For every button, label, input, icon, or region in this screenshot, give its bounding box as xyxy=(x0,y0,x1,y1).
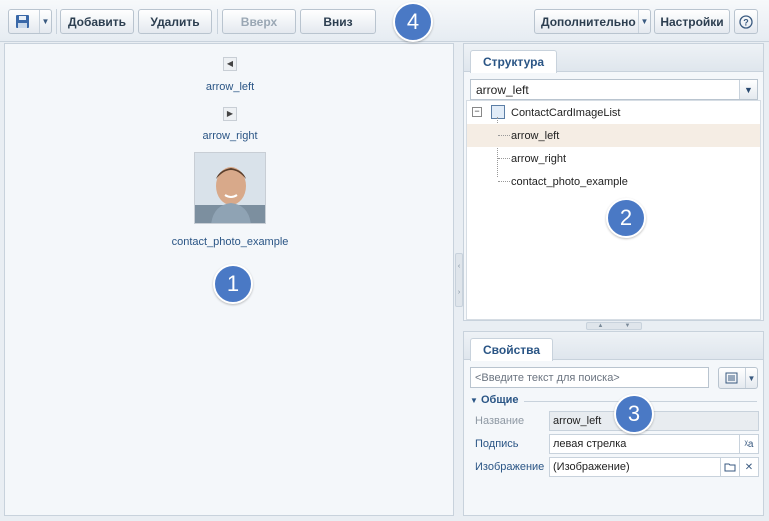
prop-image-value: (Изображение) xyxy=(553,461,630,473)
tree-node-label: contact_photo_example xyxy=(511,175,628,188)
add-button[interactable]: Добавить xyxy=(60,9,134,34)
save-icon xyxy=(16,15,29,28)
image-list-item[interactable]: ◀ arrow_left xyxy=(5,55,455,93)
tree-node-label: arrow_right xyxy=(511,152,567,165)
properties-panel: Свойства <Введите текст для поиска> ▼ ▼ … xyxy=(463,331,764,516)
view-menu-arrow-icon[interactable]: ▼ xyxy=(745,368,757,388)
properties-view-button[interactable]: ▼ xyxy=(718,367,758,389)
settings-button[interactable]: Настройки xyxy=(654,9,730,34)
arrow-right-icon: ▶ xyxy=(223,107,237,121)
image-list-item-label: contact_photo_example xyxy=(171,236,289,248)
prop-name-value: arrow_left xyxy=(553,415,602,427)
more-button-label: Дополнительно xyxy=(541,14,636,29)
image-list-icon xyxy=(491,105,505,119)
move-down-button[interactable]: Вниз xyxy=(300,9,376,34)
prop-caption-value: левая стрелка xyxy=(553,438,627,450)
clear-icon[interactable]: ✕ xyxy=(739,458,758,476)
tab-structure[interactable]: Структура xyxy=(470,50,558,73)
tree-connector xyxy=(498,181,510,182)
more-button[interactable]: Дополнительно ▼ xyxy=(534,9,651,34)
tree-node-label: arrow_left xyxy=(511,129,560,142)
vertical-splitter[interactable]: ‹ › xyxy=(455,253,463,307)
main-toolbar: ▼ Добавить Удалить Вверх Вниз Дополнител… xyxy=(0,0,769,42)
arrow-left-icon: ◀ xyxy=(223,57,237,71)
tree-node[interactable]: arrow_right xyxy=(467,147,760,170)
image-list-item-label: arrow_right xyxy=(202,130,258,142)
callout-badge: 4 xyxy=(393,2,433,42)
collapse-down-icon[interactable]: ▼ xyxy=(625,323,631,329)
tree-node[interactable]: contact_photo_example xyxy=(467,170,760,193)
save-menu-arrow-icon[interactable]: ▼ xyxy=(39,10,51,33)
collapse-right-icon[interactable]: › xyxy=(456,280,462,306)
collapse-node-icon[interactable]: − xyxy=(472,107,482,117)
move-up-button[interactable]: Вверх xyxy=(222,9,296,34)
toolbar-divider xyxy=(217,9,218,34)
toolbar-divider xyxy=(56,9,57,34)
callout-badge: 2 xyxy=(606,198,646,238)
group-general[interactable]: ▼ Общие xyxy=(470,394,519,406)
prop-label-caption: Подпись xyxy=(475,438,519,450)
prop-caption-field[interactable]: левая стрелка ᵡa xyxy=(549,434,759,454)
tree-root-node[interactable]: − ContactCardImageList xyxy=(467,101,760,124)
image-list-item[interactable]: contact_photo_example xyxy=(5,152,455,248)
callout-badge: 1 xyxy=(213,264,253,304)
structure-select-value: arrow_left xyxy=(476,82,529,97)
collapse-up-icon[interactable]: ▲ xyxy=(598,323,604,329)
prop-name-field: arrow_left xyxy=(549,411,759,431)
tree-connector xyxy=(498,135,510,136)
properties-tab-strip: Свойства xyxy=(464,332,763,361)
structure-element-select[interactable]: arrow_left ▼ xyxy=(470,79,758,100)
tree-node[interactable]: arrow_left xyxy=(467,124,760,147)
collapse-left-icon[interactable]: ‹ xyxy=(456,254,462,280)
delete-button[interactable]: Удалить xyxy=(138,9,212,34)
contact-photo-thumbnail xyxy=(194,152,266,224)
svg-text:?: ? xyxy=(743,17,749,27)
save-button[interactable]: ▼ xyxy=(8,9,52,34)
properties-search-input[interactable]: <Введите текст для поиска> xyxy=(470,367,709,388)
prop-image-field[interactable]: (Изображение) ✕ xyxy=(549,457,759,477)
folder-icon[interactable] xyxy=(720,458,739,476)
group-title: Общие xyxy=(480,394,519,406)
structure-panel: Структура arrow_left ▼ − ContactCardImag… xyxy=(463,43,764,321)
more-menu-arrow-icon[interactable]: ▼ xyxy=(638,10,650,33)
help-icon: ? xyxy=(739,14,753,29)
chevron-down-icon[interactable]: ▼ xyxy=(739,80,757,99)
list-view-icon xyxy=(725,372,738,384)
tree-node-label: ContactCardImageList xyxy=(511,106,621,119)
image-list-item[interactable]: ▶ arrow_right xyxy=(5,105,455,142)
tab-properties[interactable]: Свойства xyxy=(470,338,554,361)
callout-badge: 3 xyxy=(614,394,654,434)
group-expand-icon: ▼ xyxy=(470,396,478,405)
horizontal-splitter[interactable]: ▲ ▼ xyxy=(586,322,642,330)
prop-label-name: Название xyxy=(475,415,525,427)
localize-icon[interactable]: ᵡa xyxy=(739,435,758,453)
structure-tab-strip: Структура xyxy=(464,44,763,73)
image-list-item-label: arrow_left xyxy=(205,81,255,93)
tree-connector xyxy=(498,158,510,159)
prop-label-image: Изображение xyxy=(475,461,545,473)
help-button[interactable]: ? xyxy=(734,9,758,34)
